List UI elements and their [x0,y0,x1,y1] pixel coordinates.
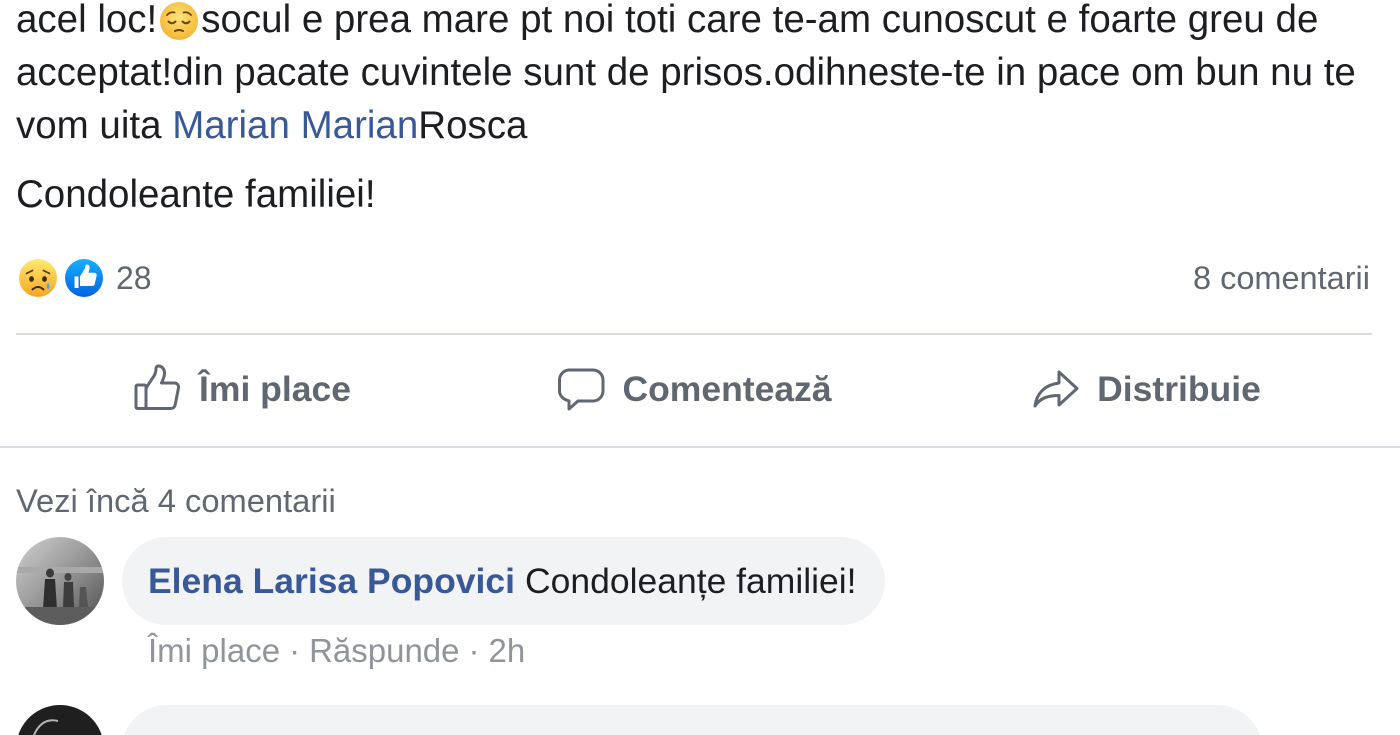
comment-timestamp[interactable]: 2h [489,632,526,669]
post-text-segment: Rosca [418,104,528,147]
post-closing-paragraph: Condoleante familiei! [16,173,376,216]
mention-link[interactable]: Marian Marian [172,104,418,147]
next-comment-avatar[interactable] [18,705,102,735]
comment-like-link[interactable]: Îmi place [148,632,280,669]
pensive-face-icon [160,2,199,40]
divider [0,446,1400,448]
comments-count-link[interactable]: 8 comentarii [1193,258,1370,298]
share-action-label: Distribuie [1097,369,1261,409]
meta-separator: · [468,632,480,669]
post-text-segment: acel loc! [16,0,158,41]
meta-separator: · [289,632,301,669]
post-text-segment: vom uita [16,104,173,147]
post-text-segment: acceptat!din pacate cuvintele sunt de pr… [16,51,1356,94]
comment-icon [558,368,605,411]
sad-reaction-icon[interactable] [18,258,58,298]
reaction-summary[interactable]: 28 [18,258,152,298]
comment-bubble: Elena Larisa Popovici Condoleanțe famili… [122,537,885,625]
like-action-label: Îmi place [199,369,351,409]
like-action-button[interactable]: Îmi place [16,360,468,418]
next-comment-partial [18,705,1260,735]
share-action-button[interactable]: Distribuie [920,360,1372,418]
comment-author-link[interactable]: Elena Larisa Popovici [148,559,515,603]
post-text-line-2: acceptat!din pacate cuvintele sunt de pr… [16,46,1356,99]
share-icon [1033,370,1079,408]
comment-reply-link[interactable]: Răspunde [309,632,459,669]
comment-meta: Îmi place · Răspunde · 2h [148,631,525,671]
post-actions-bar: Îmi place Comentează Distribuie [16,360,1372,418]
post-text-line-3: vom uita Marian MarianRosca [16,99,527,152]
view-more-comments-link[interactable]: Vezi încă 4 comentarii [16,481,336,521]
next-comment-bubble [124,705,1260,735]
post-text-segment: socul e prea mare pt noi toti care te-am… [201,0,1319,41]
comment-action-label: Comentează [622,369,832,409]
like-reaction-icon[interactable] [64,258,104,298]
divider [16,333,1372,335]
reaction-count[interactable]: 28 [116,258,152,298]
comment-action-button[interactable]: Comentează [468,360,920,418]
post-text-line-1: acel loc! socul e prea mare pt noi toti c… [16,0,1318,41]
comment-text: Condoleanțe familiei! [524,561,857,601]
commenter-avatar[interactable] [16,537,104,625]
thumbs-up-icon [134,364,181,410]
